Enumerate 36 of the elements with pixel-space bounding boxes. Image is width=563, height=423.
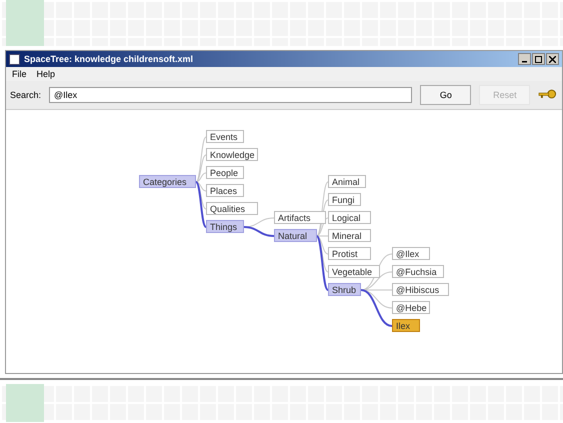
tree-node[interactable]: Logical [328,211,371,224]
search-button[interactable]: Go [420,85,472,105]
tree-node[interactable]: Events [206,130,244,143]
search-label: Search: [10,90,42,100]
minimize-button[interactable] [518,53,531,65]
tree-node[interactable]: Shrub [328,283,361,296]
tree-node[interactable]: Categories [139,175,196,188]
tree-node[interactable]: Knowledge [206,148,258,161]
tree-node[interactable]: People [206,166,244,179]
app-icon [9,54,20,64]
tree-node[interactable]: Ilex [392,319,420,332]
tree-node[interactable]: Artifacts [274,211,326,224]
tree-node[interactable]: Fungi [328,193,361,206]
tree-node[interactable]: @Ilex [392,247,430,260]
accent-block [6,384,44,422]
tree-node[interactable]: @Fuchsia [392,265,444,278]
tree-node[interactable]: Mineral [328,229,371,242]
search-field[interactable]: @Ilex [49,87,412,103]
tree-node[interactable]: Animal [328,175,366,188]
tree-node[interactable]: Natural [274,229,317,242]
tree-node[interactable]: Places [206,184,244,197]
tree-node[interactable]: @Hibiscus [392,283,450,296]
tree-node[interactable]: Qualities [206,202,258,215]
close-icon [549,56,556,62]
tree-node[interactable]: Protist [328,247,371,260]
tree-edge [244,226,274,237]
maximize-icon [535,56,542,62]
tree-node[interactable]: Vegetable [328,265,380,278]
maximize-button[interactable] [532,53,545,65]
menu-item[interactable]: Help [36,69,56,79]
window-title: SpaceTree: knowledge childrensoft.xml [24,54,194,64]
accent-block [6,0,44,46]
tree-node[interactable]: Things [206,220,244,233]
close-button[interactable] [546,53,559,65]
tree-node[interactable]: @Hebe [392,301,430,314]
menu-item[interactable]: File [12,69,27,79]
